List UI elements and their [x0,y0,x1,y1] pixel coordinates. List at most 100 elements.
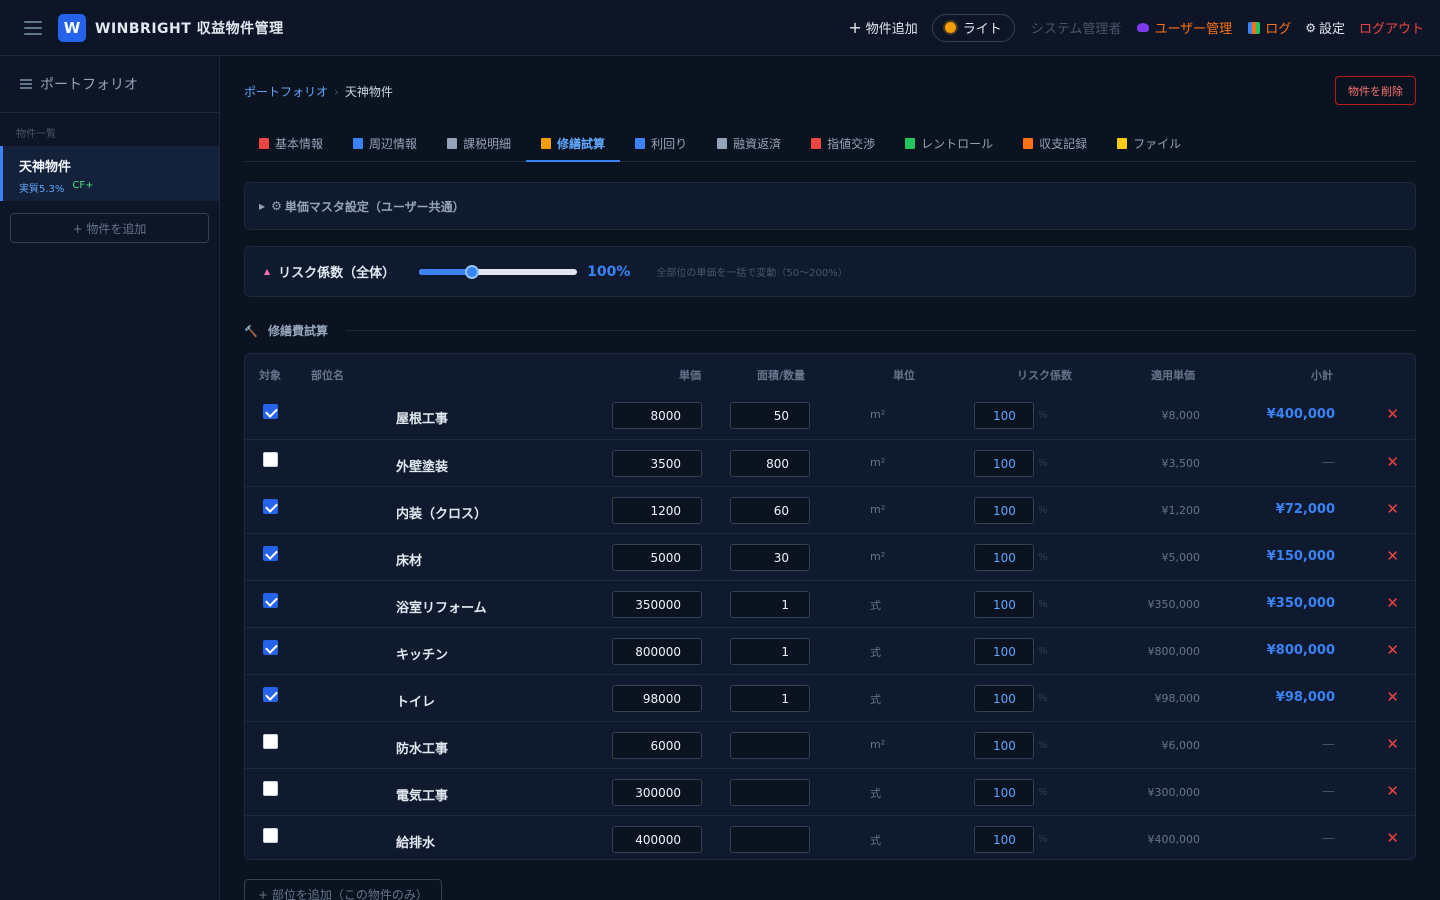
delete-row-icon[interactable]: ✕ [1386,500,1399,518]
logout-link[interactable]: ログアウト [1359,18,1424,37]
risk-coefficient-input[interactable]: 100 [974,826,1034,853]
target-checkbox[interactable] [263,593,278,608]
applied-unit-price: ¥1,200 [1161,504,1201,517]
unit-price-input[interactable]: 6000 [612,732,702,759]
unit-price-input[interactable]: 1200 [612,497,702,524]
settings-link[interactable]: ⚙ 設定 [1305,18,1345,38]
tab-hammer[interactable]: 修繕試算 [526,126,621,162]
target-checkbox[interactable] [263,499,278,514]
risk-coefficient-value: 100% [587,263,631,280]
sidebar-item-property[interactable]: 天神物件 実質5.3% CF+ [0,146,219,201]
breadcrumb-portfolio-link[interactable]: ポートフォリオ [244,83,328,100]
tab-label: 基本情報 [275,137,324,151]
log-link[interactable]: ログ [1248,18,1291,37]
hamburger-menu-icon[interactable] [24,20,42,35]
tab-folder[interactable]: ファイル [1102,126,1196,161]
user-management-link[interactable]: ユーザー管理 [1137,18,1232,37]
tab-bank[interactable]: 融資返済 [702,126,796,161]
unit-price-input[interactable]: 3500 [612,450,702,477]
tab-target[interactable]: 指値交渉 [796,126,890,161]
risk-coefficient-input[interactable]: 100 [974,497,1034,524]
target-checkbox[interactable] [263,640,278,655]
risk-coefficient-input[interactable]: 100 [974,402,1034,429]
delete-row-icon[interactable]: ✕ [1386,594,1399,612]
tab-document[interactable]: 課税明細 [432,126,526,161]
property-name: 天神物件 [19,160,72,175]
user-role-label: システム管理者 [1030,22,1122,37]
tab-clipboard[interactable]: 基本情報 [244,126,338,161]
target-icon [811,138,822,149]
slider-thumb[interactable] [464,264,479,279]
risk-coefficient-input[interactable]: 100 [974,544,1034,571]
delete-row-icon[interactable]: ✕ [1386,405,1399,423]
quantity-input[interactable]: 50 [730,402,810,429]
part-name: トイレ [396,695,436,710]
unit-price-input[interactable]: 350000 [612,591,702,618]
tab-chart[interactable]: 利回り [620,126,702,161]
unit-price-input[interactable]: 400000 [612,826,702,853]
quantity-input[interactable] [730,779,810,806]
sidebar-add-property-button[interactable]: + 物件を追加 [10,213,209,243]
tab-label: 課税明細 [463,137,512,151]
percent-suffix: % [1038,787,1048,798]
table-row: キッチン 800000 1 式 100% ¥800,000 ¥800,000 ✕ [245,627,1415,674]
target-checkbox[interactable] [263,687,278,702]
quantity-input[interactable] [730,732,810,759]
add-property-button[interactable]: + 物件追加 [848,18,917,37]
delete-property-button[interactable]: 物件を削除 [1335,76,1416,105]
sidebar-item-portfolio[interactable]: ポートフォリオ [0,56,219,113]
quantity-input[interactable]: 1 [730,685,810,712]
quantity-input[interactable] [730,826,810,853]
delete-row-icon[interactable]: ✕ [1386,547,1399,565]
quantity-input[interactable]: 30 [730,544,810,571]
delete-row-icon[interactable]: ✕ [1386,641,1399,659]
unit-label: m² [870,408,886,421]
risk-coefficient-input[interactable]: 100 [974,591,1034,618]
risk-coefficient-input[interactable]: 100 [974,685,1034,712]
risk-coefficient-input[interactable]: 100 [974,638,1034,665]
delete-row-icon[interactable]: ✕ [1386,829,1399,847]
target-checkbox[interactable] [263,404,278,419]
unit-price-input[interactable]: 300000 [612,779,702,806]
quantity-input[interactable]: 60 [730,497,810,524]
subtotal: ¥400,000 [1266,407,1335,422]
risk-coefficient-input[interactable]: 100 [974,450,1034,477]
tab-house[interactable]: レントロール [890,126,1008,161]
clipboard-icon [259,138,269,149]
sidebar: ポートフォリオ 物件一覧 天神物件 実質5.3% CF+ + 物件を追加 [0,56,220,900]
delete-row-icon[interactable]: ✕ [1386,782,1399,800]
tab-label: 周辺情報 [369,137,418,151]
delete-row-icon[interactable]: ✕ [1386,688,1399,706]
tab-ledger[interactable]: 収支記録 [1008,126,1102,161]
gear-icon: ⚙ [271,199,282,213]
document-icon [447,138,458,149]
risk-coefficient-slider[interactable] [419,264,578,279]
tab-map[interactable]: 周辺情報 [338,126,432,161]
target-checkbox[interactable] [263,828,278,843]
unit-price-input[interactable]: 5000 [612,544,702,571]
folder-icon [1117,138,1128,149]
add-part-button[interactable]: + 部位を追加（この物件のみ） [244,879,442,900]
table-row: 電気工事 300000 式 100% ¥300,000 — ✕ [245,768,1415,815]
subtotal: — [1322,784,1335,799]
target-checkbox[interactable] [263,781,278,796]
theme-toggle-button[interactable]: ライト [931,13,1015,42]
target-checkbox[interactable] [263,734,278,749]
subtotal: ¥350,000 [1266,596,1335,611]
quantity-input[interactable]: 1 [730,638,810,665]
unit-price-input[interactable]: 98000 [612,685,702,712]
risk-coefficient-description: 全部位の単価を一括で変動（50〜200%） [656,268,848,279]
target-checkbox[interactable] [263,452,278,467]
unit-price-master-settings[interactable]: ▶ ⚙ 単価マスタ設定（ユーザー共通） [244,182,1416,230]
risk-coefficient-input[interactable]: 100 [974,779,1034,806]
tab-label: 修繕試算 [557,136,606,151]
delete-row-icon[interactable]: ✕ [1386,453,1399,471]
delete-row-icon[interactable]: ✕ [1386,735,1399,753]
quantity-input[interactable]: 800 [730,450,810,477]
quantity-input[interactable]: 1 [730,591,810,618]
unit-price-input[interactable]: 800000 [612,638,702,665]
tab-label: レントロール [921,137,994,151]
risk-coefficient-input[interactable]: 100 [974,732,1034,759]
target-checkbox[interactable] [263,546,278,561]
unit-price-input[interactable]: 8000 [612,402,702,429]
